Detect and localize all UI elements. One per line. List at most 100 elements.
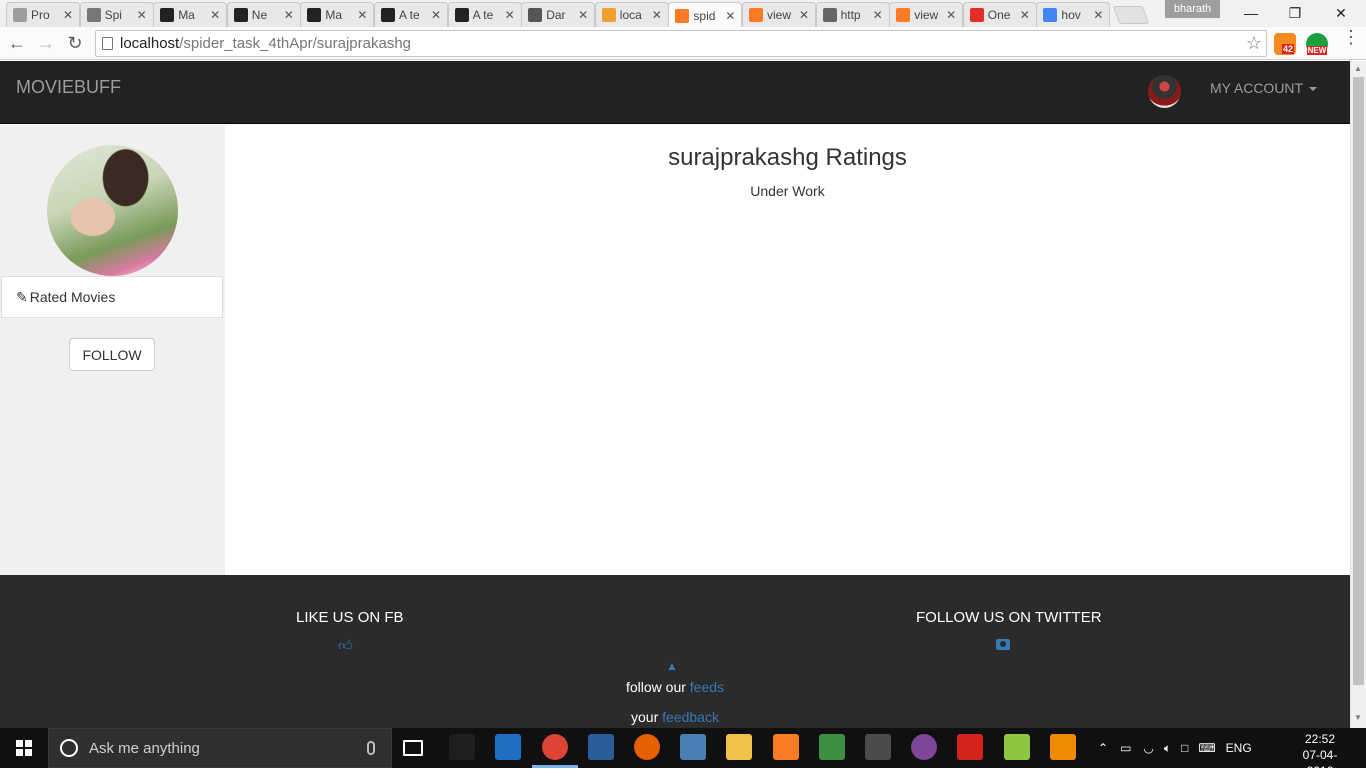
tab-close-icon[interactable]: ✕	[282, 8, 296, 22]
chrome-icon[interactable]	[541, 734, 568, 760]
clock[interactable]: 22:52 07-04-2016	[1290, 731, 1350, 779]
xampp-icon	[675, 8, 690, 23]
xampp-icon[interactable]	[772, 734, 799, 760]
reload-icon[interactable]: ↻	[64, 32, 86, 54]
language-indicator[interactable]: ENG	[1226, 741, 1252, 755]
tab-close-icon[interactable]: ✕	[208, 8, 222, 22]
tab-close-icon[interactable]: ✕	[1091, 8, 1105, 22]
tab-close-icon[interactable]: ✕	[429, 8, 443, 22]
firefox-icon[interactable]	[634, 734, 660, 760]
keyboard-icon[interactable]: ⌨	[1198, 741, 1215, 755]
notepad-plus-icon[interactable]	[1003, 734, 1030, 760]
top-navbar: MOVIEBUFF MY ACCOUNT	[0, 61, 1350, 124]
profile-button[interactable]: bharath	[1165, 0, 1220, 18]
thumbs-up-icon[interactable]: 👍︎	[338, 637, 353, 654]
browser-tab[interactable]: http ✕	[815, 2, 890, 27]
xampp-icon	[749, 8, 763, 22]
chevron-up-tray-icon[interactable]: ⌃	[1098, 741, 1108, 755]
tab-close-icon[interactable]: ✕	[944, 8, 958, 22]
user-avatar[interactable]	[1148, 75, 1181, 108]
close-window-button[interactable]: ✕	[1318, 0, 1364, 26]
pencil-icon: ✎	[16, 288, 28, 305]
cortana-search-box[interactable]: Ask me anything	[48, 728, 392, 768]
page-icon	[13, 8, 27, 22]
page-scrollbar[interactable]: ▲ ▼	[1350, 61, 1366, 728]
start-button[interactable]	[0, 728, 48, 768]
chevron-up-icon[interactable]: ▲	[666, 659, 680, 673]
grammarly-extension-icon[interactable]: NEW	[1306, 33, 1328, 55]
tab-label: Dar	[546, 8, 566, 22]
acrobat-icon[interactable]	[957, 734, 984, 760]
browser-tab[interactable]: One ✕	[962, 2, 1037, 27]
scroll-thumb[interactable]	[1353, 77, 1364, 685]
tor-browser-icon[interactable]	[911, 734, 938, 760]
browser-tab[interactable]: Dar ✕	[521, 2, 596, 27]
address-bar[interactable]: localhost/spider_task_4thApr/surajprakas…	[95, 30, 1267, 57]
tab-close-icon[interactable]: ✕	[503, 8, 517, 22]
tab-close-icon[interactable]: ✕	[1018, 8, 1032, 22]
browser-tab[interactable]: Pro ✕	[6, 2, 80, 27]
tab-close-icon[interactable]: ✕	[871, 8, 885, 22]
browser-tab[interactable]: view ✕	[889, 2, 964, 27]
tab-close-icon[interactable]: ✕	[797, 8, 811, 22]
wifi-icon[interactable]: ◡	[1143, 741, 1153, 755]
tab-close-icon[interactable]: ✕	[723, 9, 737, 23]
forward-icon[interactable]: →	[35, 32, 57, 54]
task-view-icon[interactable]	[403, 740, 423, 756]
browser-tab[interactable]: spid ✕	[668, 2, 743, 28]
tab-close-icon[interactable]: ✕	[135, 8, 149, 22]
github-icon	[160, 8, 175, 22]
windows-logo-icon	[16, 740, 32, 756]
github-icon	[454, 8, 469, 22]
my-account-dropdown[interactable]: MY ACCOUNT	[1210, 80, 1318, 96]
tab-close-icon[interactable]: ✕	[650, 8, 664, 22]
file-explorer-icon[interactable]	[726, 734, 753, 760]
browser-tab[interactable]: A te ✕	[374, 2, 448, 27]
camera-icon[interactable]	[996, 639, 1010, 650]
web-page: MOVIEBUFF MY ACCOUNT ✎ Rated Movies FOLL…	[0, 61, 1350, 728]
bookmark-star-icon[interactable]: ☆	[1246, 33, 1262, 54]
rated-movies-link[interactable]: ✎ Rated Movies	[1, 276, 223, 318]
browser-tab[interactable]: hov ✕	[1036, 2, 1111, 27]
vlc-icon[interactable]	[1049, 734, 1076, 760]
scroll-up-icon[interactable]: ▲	[1354, 64, 1362, 73]
tab-close-icon[interactable]: ✕	[355, 8, 369, 22]
browser-tab[interactable]: A te ✕	[447, 2, 522, 27]
feedback-link[interactable]: feedback	[662, 709, 719, 725]
chrome-menu-icon[interactable]: ⋮	[1342, 28, 1360, 46]
battery-icon[interactable]: ▭	[1120, 741, 1131, 755]
volume-icon[interactable]: 🔈︎	[1164, 741, 1171, 756]
scroll-down-icon[interactable]: ▼	[1354, 713, 1362, 722]
browser-tab[interactable]: Ma ✕	[300, 2, 375, 27]
minimize-button[interactable]: —	[1228, 0, 1274, 26]
new-tab-button[interactable]	[1112, 6, 1150, 24]
follow-button[interactable]: FOLLOW	[69, 338, 155, 371]
restore-button[interactable]: ❐	[1272, 0, 1318, 26]
tab-label: loca	[619, 8, 642, 22]
twitter-heading: FOLLOW US ON TWITTER	[916, 609, 1102, 626]
footer: LIKE US ON FB 👍︎ FOLLOW US ON TWITTER ▲ …	[0, 575, 1350, 728]
browser-tab[interactable]: Spi ✕	[79, 2, 154, 27]
browser-tab[interactable]: view ✕	[742, 2, 816, 27]
browser-tab[interactable]: loca ✕	[594, 2, 669, 27]
tab-label: One	[987, 8, 1011, 22]
cortana-icon	[60, 739, 78, 757]
remote-desktop-icon[interactable]	[680, 734, 707, 760]
tab-label: Ma	[325, 8, 343, 22]
browser-tab[interactable]: Ma ✕	[153, 2, 228, 27]
git-icon[interactable]	[818, 734, 845, 760]
tab-close-icon[interactable]: ✕	[61, 8, 75, 22]
rss-extension-icon[interactable]: 42	[1274, 33, 1296, 55]
notification-icon[interactable]: □	[1181, 741, 1188, 755]
brand-link[interactable]: MOVIEBUFF	[16, 77, 121, 98]
feeds-link[interactable]: feeds	[690, 679, 724, 695]
tab-close-icon[interactable]: ✕	[576, 8, 590, 22]
edge-icon[interactable]	[495, 734, 522, 760]
devcpp-icon[interactable]	[587, 734, 614, 760]
microphone-icon[interactable]	[367, 741, 375, 755]
store-icon[interactable]	[449, 734, 476, 760]
profile-photo	[47, 145, 178, 276]
browser-tab[interactable]: Ne ✕	[226, 2, 301, 27]
sublime-text-icon[interactable]	[865, 734, 891, 760]
back-icon[interactable]: ←	[6, 32, 28, 54]
